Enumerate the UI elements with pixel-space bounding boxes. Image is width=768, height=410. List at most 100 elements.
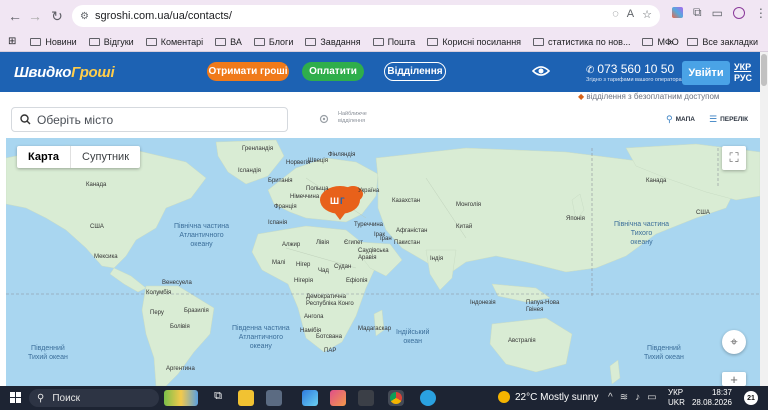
country-label: Демократична Республіка Конго: [306, 294, 354, 307]
my-location-icon[interactable]: ⌖: [722, 330, 746, 354]
map-type-map[interactable]: Карта: [17, 146, 72, 168]
store-icon[interactable]: [302, 390, 318, 406]
bookmark-folder[interactable]: ВА: [215, 37, 242, 47]
profile-icon[interactable]: [732, 6, 745, 19]
ocean-label: Північна частина Тихого океану: [614, 221, 669, 246]
taskbar-search[interactable]: ⚲ Поиск: [29, 389, 159, 407]
menu-icon[interactable]: ⋮: [755, 6, 767, 20]
chevron-up-icon[interactable]: ^: [608, 392, 613, 403]
bookmark-star-icon[interactable]: ☆: [642, 8, 652, 21]
apps-grid-icon[interactable]: ⊞: [8, 36, 16, 47]
country-label: Мексика: [94, 254, 118, 260]
nearest-branch-link[interactable]: Найближче відділення: [338, 111, 378, 125]
folder-icon: [145, 37, 157, 46]
translate-icon[interactable]: A: [627, 8, 634, 21]
bookmark-folder[interactable]: Відгуки: [88, 37, 134, 47]
branch-filter-bar: ◆ відділення з безоплатним доступом Обер…: [0, 92, 760, 138]
extension-color-icon[interactable]: [672, 7, 683, 18]
branches-map[interactable]: Ш Г Карта Супутник Північна частина Атла…: [6, 138, 760, 386]
locate-icon[interactable]: [318, 113, 330, 125]
country-label: Малі: [272, 260, 286, 266]
sidepanel-icon[interactable]: ▭: [712, 6, 723, 20]
folder-icon: [687, 38, 699, 46]
volume-icon[interactable]: ♪: [635, 392, 640, 403]
get-money-button[interactable]: Отримати гроші: [207, 62, 289, 81]
country-label: США: [90, 224, 104, 230]
network-icon[interactable]: ≋: [620, 392, 628, 403]
country-label: Швеція: [308, 158, 328, 164]
folder-icon: [88, 37, 100, 46]
map-type-satellite[interactable]: Супутник: [71, 146, 140, 168]
country-label: Мадагаскар: [358, 326, 392, 332]
app-icon[interactable]: [358, 390, 374, 406]
address-bar[interactable]: ⚙ sgroshi.com.ua/ua/contacts/ ◌ A ☆: [72, 5, 660, 27]
country-label: Японія: [566, 216, 585, 222]
country-label: Монголія: [456, 202, 482, 208]
lang-rus[interactable]: РУС: [734, 73, 752, 84]
bookmark-folder[interactable]: Завдання: [305, 37, 361, 47]
phone-contact[interactable]: ✆ 073 560 10 50 Згідно з тарифами вашого …: [586, 62, 682, 83]
battery-icon[interactable]: ▭: [647, 392, 656, 403]
bookmark-folder[interactable]: Блоги: [253, 37, 293, 47]
country-label: Канада: [646, 178, 667, 184]
taskbar-clock[interactable]: УКР 18:37 UKR 28.08.2026: [668, 388, 732, 408]
eye-off-icon[interactable]: ◌: [612, 8, 619, 21]
city-search-input[interactable]: Оберіть місто: [11, 107, 288, 132]
reload-icon[interactable]: ↻: [46, 5, 68, 27]
windows-start-icon[interactable]: [10, 392, 21, 403]
country-label: Нігерія: [294, 278, 313, 284]
country-label: Судан: [334, 264, 352, 270]
all-bookmarks[interactable]: » Все закладки: [668, 37, 758, 47]
site-info-icon[interactable]: ⚙: [80, 11, 89, 22]
copilot-icon[interactable]: [330, 390, 346, 406]
site-logo[interactable]: ШвидкоГроші: [14, 64, 115, 81]
country-label: Гренландія: [242, 146, 274, 152]
forward-icon[interactable]: →: [24, 5, 46, 27]
task-view-icon[interactable]: ⧉: [210, 390, 226, 406]
accessibility-eye-icon[interactable]: [532, 65, 550, 77]
fullscreen-icon[interactable]: ⛶: [722, 146, 746, 170]
file-explorer-icon[interactable]: [238, 390, 254, 406]
folder-icon: [253, 37, 265, 46]
country-label: Ботсвана: [316, 334, 342, 340]
calculator-icon[interactable]: [266, 390, 282, 406]
folder-icon: [30, 37, 42, 46]
country-label: Британія: [268, 178, 293, 184]
scrollbar-thumb[interactable]: [761, 54, 767, 86]
login-button[interactable]: Увійти: [682, 61, 730, 85]
site-header: ШвидкоГроші Отримати гроші Оплатити Відд…: [0, 52, 760, 92]
branches-button[interactable]: Відділення: [384, 62, 446, 81]
bookmark-folder[interactable]: Корисні посилання: [427, 37, 521, 47]
windows-taskbar: ⚲ Поиск ⧉ 22°C Mostly sunny ^ ≋ ♪ ▭ УКР …: [0, 386, 768, 410]
lang-ukr[interactable]: УКР: [734, 62, 752, 73]
back-icon[interactable]: ←: [4, 5, 26, 27]
list-view-tab[interactable]: ☰ ПЕРЕЛІК: [709, 114, 748, 125]
country-label: Німеччина: [290, 194, 320, 200]
country-label: Ангола: [304, 314, 324, 320]
country-label: Франція: [274, 204, 297, 210]
extensions-icon[interactable]: ⧉: [693, 5, 702, 20]
telegram-icon[interactable]: [420, 390, 436, 406]
bookmark-folder[interactable]: Коментарі: [145, 37, 203, 47]
bookmark-folder[interactable]: Пошта: [372, 37, 415, 47]
search-highlight-icon[interactable]: [164, 390, 198, 406]
system-tray: ^ ≋ ♪ ▭: [608, 392, 657, 403]
country-label: Канада: [86, 182, 107, 188]
country-label: Болівія: [170, 324, 190, 330]
pay-button[interactable]: Оплатити: [302, 62, 364, 81]
zoom-in-icon[interactable]: +: [722, 372, 746, 386]
notifications-badge[interactable]: 21: [744, 391, 758, 405]
folder-icon: [215, 37, 227, 46]
country-label: США: [696, 210, 710, 216]
map-view-tab[interactable]: ⚲ МАПА: [666, 114, 695, 125]
page-scrollbar[interactable]: [760, 52, 768, 386]
weather-widget[interactable]: 22°C Mostly sunny: [498, 391, 598, 403]
bookmark-folder[interactable]: Новини: [30, 37, 77, 47]
country-label: Ефіопія: [346, 278, 368, 284]
chrome-taskbar-button[interactable]: [388, 390, 404, 406]
sun-icon: [498, 391, 510, 403]
bookmarks-bar: ⊞ Новини Відгуки Коментарі ВА Блоги Завд…: [0, 32, 768, 52]
bookmark-folder[interactable]: статистика по нов...: [533, 37, 630, 47]
marker-icon: ◆: [578, 92, 585, 101]
search-icon: [20, 114, 31, 125]
